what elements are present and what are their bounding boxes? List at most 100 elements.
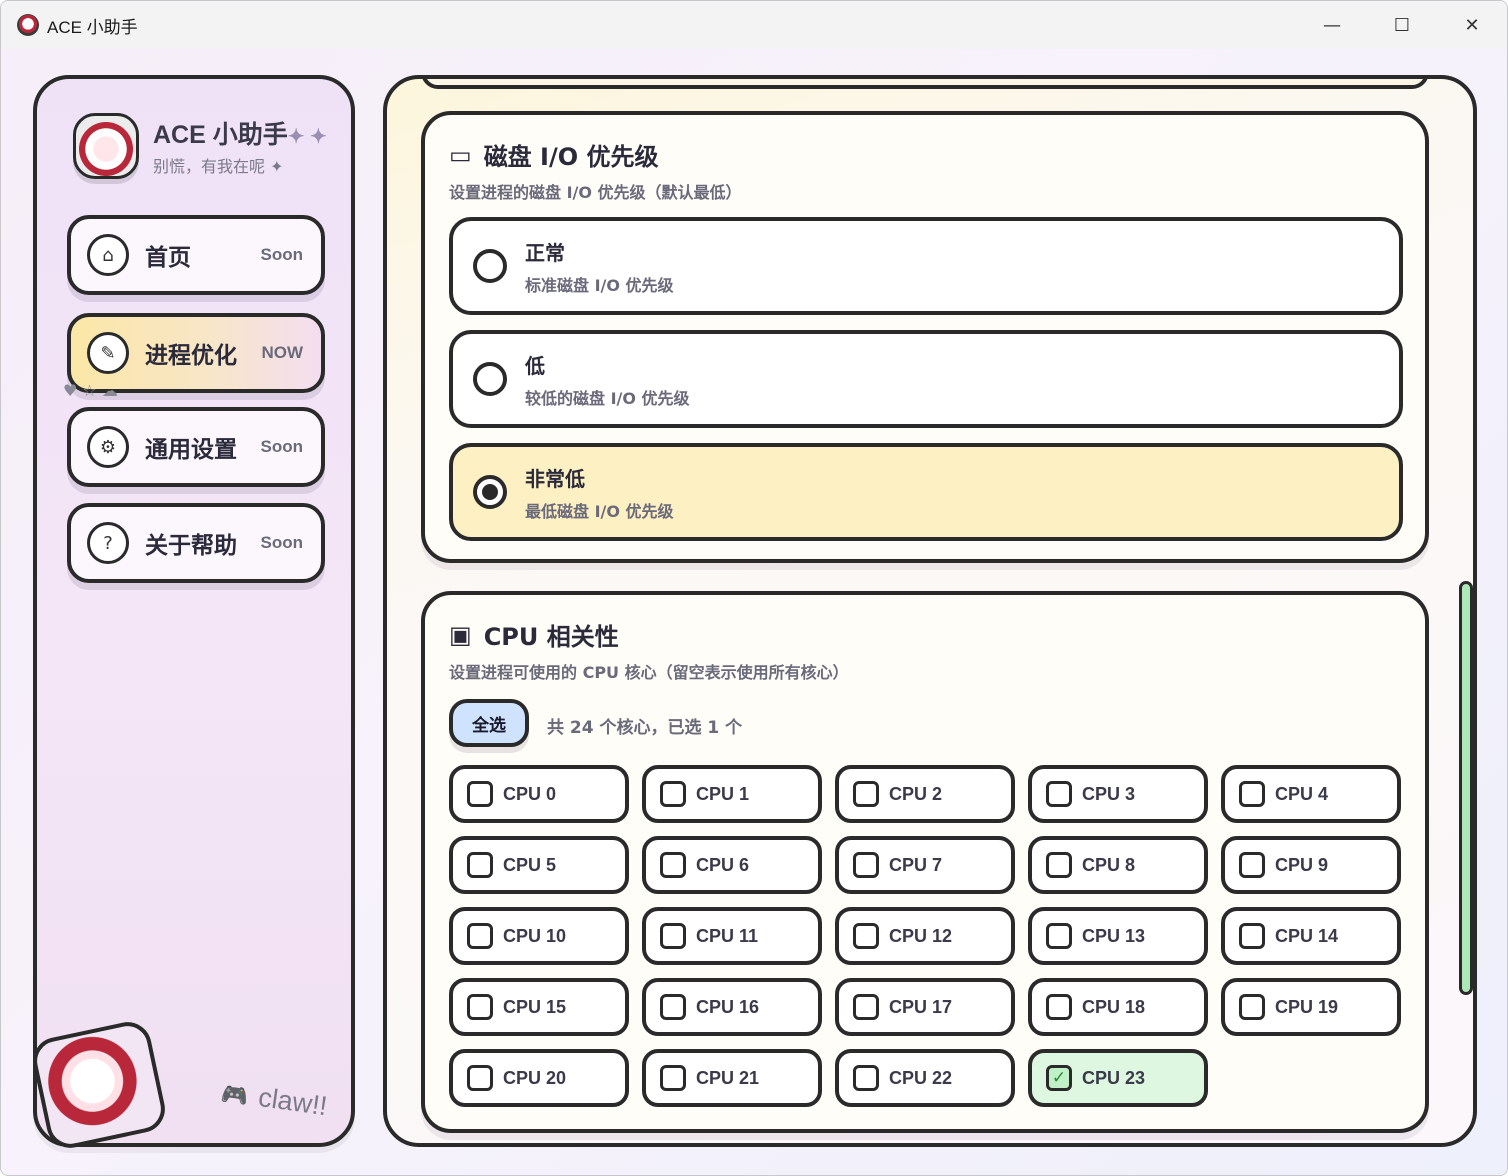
- cpu-label: CPU 13: [1082, 925, 1146, 946]
- checkbox[interactable]: [660, 994, 686, 1020]
- cpu-checkbox-20[interactable]: CPU 20: [449, 1049, 629, 1107]
- cpu-label: CPU 11: [696, 925, 759, 946]
- cpu-label: CPU 18: [1082, 996, 1146, 1017]
- sidebar: ACE 小助手✦ ✦ 别慌，有我在呢 ✦ ⌂ 首页 Soon ✎ 进程优化 NOW ⚙ 通用设…: [28, 75, 355, 1153]
- help-icon: ?: [87, 522, 129, 564]
- cpu-checkbox-22[interactable]: CPU 22: [835, 1049, 1015, 1107]
- checkbox[interactable]: [1239, 781, 1265, 807]
- cpu-affinity-title-text: CPU 相关性: [483, 623, 619, 651]
- checkbox[interactable]: ✓: [1046, 1065, 1072, 1091]
- cpu-checkbox-1[interactable]: CPU 1: [642, 765, 822, 823]
- radio-button[interactable]: [473, 362, 507, 396]
- nav-label: 首页: [145, 245, 191, 271]
- nav-badge: Soon: [260, 533, 304, 552]
- cpu-label: CPU 14: [1275, 925, 1339, 946]
- checkbox[interactable]: [853, 923, 879, 949]
- checkbox[interactable]: [1046, 852, 1072, 878]
- disk-icon: ▭: [449, 140, 472, 169]
- cpu-checkbox-11[interactable]: CPU 11: [642, 907, 822, 965]
- cpu-checkbox-13[interactable]: CPU 13: [1028, 907, 1208, 965]
- disk-option-0[interactable]: 正常 标准磁盘 I/O 优先级: [449, 217, 1403, 315]
- cpu-label: CPU 1: [696, 783, 750, 804]
- disk-option-label: 正常: [525, 240, 565, 265]
- nav-badge: Soon: [260, 245, 304, 264]
- radio-selected-dot: [482, 484, 498, 500]
- cpu-checkbox-0[interactable]: CPU 0: [449, 765, 629, 823]
- cpu-checkbox-2[interactable]: CPU 2: [835, 765, 1015, 823]
- radio-button[interactable]: [473, 475, 507, 509]
- cpu-checkbox-19[interactable]: CPU 19: [1221, 978, 1401, 1036]
- checkbox[interactable]: [467, 781, 493, 807]
- cpu-checkbox-9[interactable]: CPU 9: [1221, 836, 1401, 894]
- cpu-label: CPU 23: [1082, 1067, 1146, 1088]
- checkbox[interactable]: [467, 923, 493, 949]
- app-window: ACE 小助手 — ☐ ✕ ACE 小助手✦ ✦ 别慌，有我在呢 ✦ ⌂ 首页 So…: [0, 0, 1508, 1176]
- checkbox[interactable]: [853, 1065, 879, 1091]
- cpu-label: CPU 20: [503, 1067, 567, 1088]
- disk-option-label: 低: [525, 353, 545, 378]
- checkbox[interactable]: [1239, 923, 1265, 949]
- cpu-checkbox-5[interactable]: CPU 5: [449, 836, 629, 894]
- close-button[interactable]: ✕: [1437, 1, 1507, 49]
- checkbox[interactable]: [660, 1065, 686, 1091]
- cpu-label: CPU 19: [1275, 996, 1339, 1017]
- checkbox[interactable]: [467, 994, 493, 1020]
- cpu-label: CPU 22: [889, 1067, 953, 1088]
- cpu-checkbox-16[interactable]: CPU 16: [642, 978, 822, 1036]
- disk-option-sub: 较低的磁盘 I/O 优先级: [525, 388, 690, 408]
- wrench-icon: ✎: [87, 332, 129, 374]
- radio-button[interactable]: [473, 249, 507, 283]
- claw-label: claw!!: [256, 1081, 329, 1122]
- cpu-checkbox-21[interactable]: CPU 21: [642, 1049, 822, 1107]
- nav-item-3[interactable]: ? 关于帮助 Soon: [67, 503, 325, 583]
- select-all-button[interactable]: 全选: [449, 699, 529, 747]
- cpu-checkbox-7[interactable]: CPU 7: [835, 836, 1015, 894]
- checkbox[interactable]: [467, 852, 493, 878]
- maximize-button[interactable]: ☐: [1367, 1, 1437, 49]
- app-icon: [17, 14, 39, 36]
- gamepad-icon: 🎮: [219, 1080, 250, 1110]
- checkbox[interactable]: [853, 852, 879, 878]
- cpu-affinity-description: 设置进程可使用的 CPU 核心（留空表示使用所有核心）: [449, 663, 849, 682]
- checkbox[interactable]: [1239, 994, 1265, 1020]
- disk-option-1[interactable]: 低较低的磁盘 I/O 优先级: [449, 330, 1403, 428]
- cpu-checkbox-15[interactable]: CPU 15: [449, 978, 629, 1036]
- brand: ACE 小助手✦ ✦ 别慌，有我在呢 ✦: [73, 113, 327, 179]
- checkbox[interactable]: [1046, 923, 1072, 949]
- cpu-count-text: 共 24 个核心，已选 1 个: [547, 718, 743, 738]
- cpu-affinity-card: ▣ CPU 相关性 设置进程可使用的 CPU 核心（留空表示使用所有核心） 全选…: [421, 591, 1429, 1133]
- cpu-checkbox-23[interactable]: ✓ CPU 23: [1028, 1049, 1208, 1107]
- nav-label: 通用设置: [145, 437, 237, 463]
- nav-item-2[interactable]: ⚙ 通用设置 Soon: [67, 407, 325, 487]
- cpu-checkbox-3[interactable]: CPU 3: [1028, 765, 1208, 823]
- checkbox[interactable]: [1046, 994, 1072, 1020]
- checkbox[interactable]: [467, 1065, 493, 1091]
- checkbox[interactable]: [1046, 781, 1072, 807]
- cpu-label: CPU 5: [503, 854, 557, 875]
- cpu-label: CPU 7: [889, 854, 943, 875]
- scrollbar-thumb[interactable]: [1459, 581, 1473, 995]
- previous-card-edge: [421, 79, 1429, 89]
- checkbox[interactable]: [660, 852, 686, 878]
- disk-option-label: 非常低: [525, 466, 585, 491]
- cpu-checkbox-18[interactable]: CPU 18: [1028, 978, 1208, 1036]
- cpu-affinity-title: ▣ CPU 相关性: [449, 617, 619, 652]
- gear-icon: ⚙: [87, 426, 129, 468]
- cpu-label: CPU 16: [696, 996, 760, 1017]
- nav-item-0[interactable]: ⌂ 首页 Soon: [67, 215, 325, 295]
- checkbox[interactable]: [1239, 852, 1265, 878]
- cpu-checkbox-10[interactable]: CPU 10: [449, 907, 629, 965]
- cpu-checkbox-8[interactable]: CPU 8: [1028, 836, 1208, 894]
- checkbox[interactable]: [660, 781, 686, 807]
- cpu-checkbox-4[interactable]: CPU 4: [1221, 765, 1401, 823]
- cpu-checkbox-17[interactable]: CPU 17: [835, 978, 1015, 1036]
- cpu-checkbox-6[interactable]: CPU 6: [642, 836, 822, 894]
- disk-option-2[interactable]: 非常低 最低磁盘 I/O 优先级: [449, 443, 1403, 541]
- checkbox[interactable]: [853, 781, 879, 807]
- checkbox[interactable]: [853, 994, 879, 1020]
- cpu-checkbox-12[interactable]: CPU 12: [835, 907, 1015, 965]
- minimize-button[interactable]: —: [1297, 1, 1367, 49]
- checkbox[interactable]: [660, 923, 686, 949]
- cpu-checkbox-14[interactable]: CPU 14: [1221, 907, 1401, 965]
- claw-text: 🎮 claw!!: [219, 1077, 329, 1123]
